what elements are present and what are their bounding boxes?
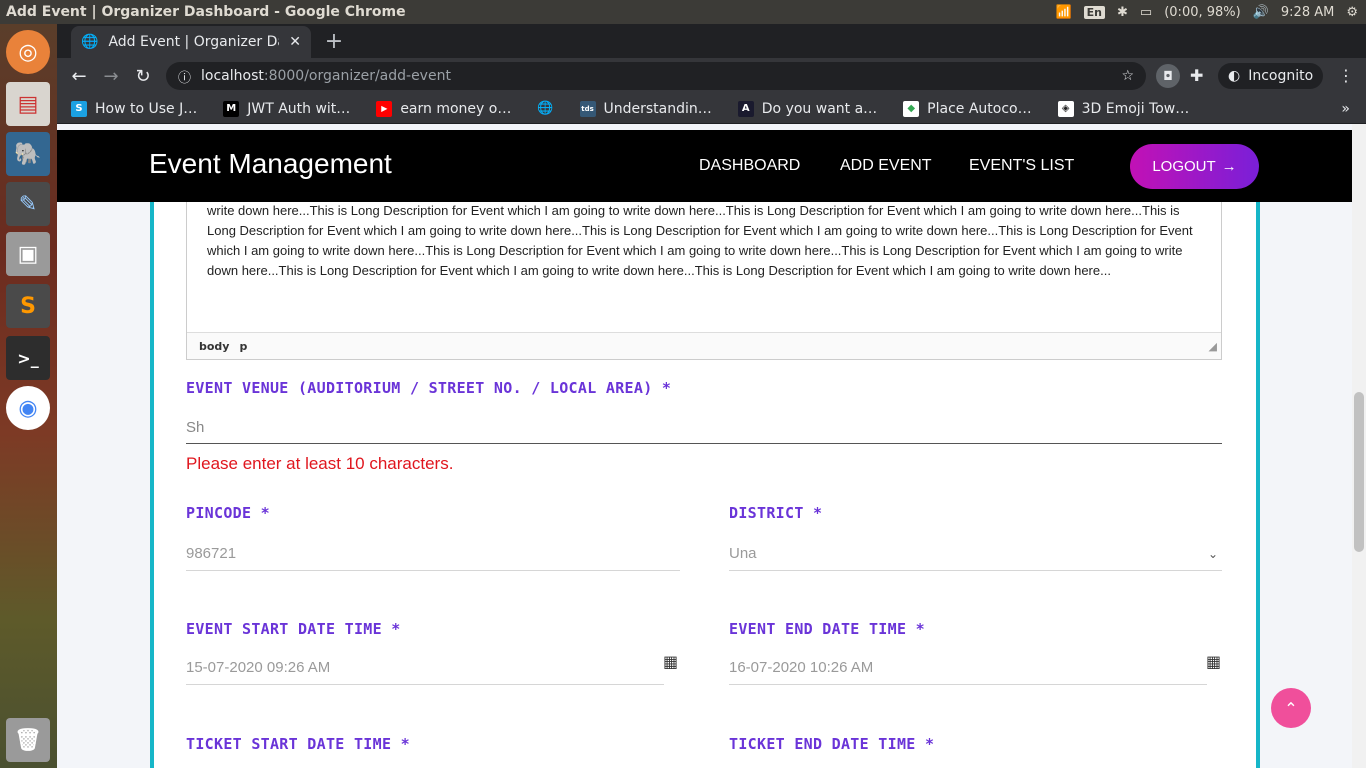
incognito-icon: ◐ [1228, 68, 1241, 84]
scrollbar-thumb[interactable] [1354, 392, 1364, 552]
bookmark-item[interactable]: ◆ Place Autoco… [903, 100, 1032, 117]
file-manager-icon[interactable]: ▤ [6, 82, 50, 126]
browser-tab[interactable]: 🌐 Add Event | Organizer Da ✕ [71, 26, 311, 58]
postgres-icon[interactable]: 🐘 [6, 132, 50, 176]
bookmark-label: JWT Auth wit… [247, 100, 351, 117]
more-bookmarks-icon[interactable]: » [1341, 101, 1350, 117]
bookmark-favicon-icon: M [223, 100, 240, 117]
new-tab-button[interactable]: + [322, 28, 346, 54]
bluetooth-icon[interactable]: ✱ [1117, 5, 1128, 20]
district-value: Una [729, 545, 757, 562]
url-path: :8000/organizer/add-event [263, 68, 451, 84]
nav-dashboard[interactable]: DASHBOARD [699, 157, 800, 175]
calendar-icon[interactable]: ▦ [1206, 652, 1221, 671]
terminal-icon[interactable]: >_ [6, 336, 50, 380]
resize-handle-icon[interactable]: ◢ [1209, 340, 1217, 353]
logout-label: LOGOUT [1152, 158, 1216, 175]
bookmark-item[interactable]: S How to Use J… [71, 100, 198, 117]
bookmark-label: Place Autoco… [927, 100, 1032, 117]
site-navbar: Event Management DASHBOARD ADD EVENT EVE… [57, 130, 1352, 202]
bookmark-item[interactable]: tds Understandin… [579, 100, 712, 117]
incognito-badge[interactable]: ◐ Incognito [1218, 63, 1324, 89]
bookmark-label: How to Use J… [95, 100, 198, 117]
scroll-to-top-button[interactable]: ⌃ [1271, 688, 1311, 728]
color-picker-icon[interactable]: ✎ [6, 182, 50, 226]
brand-title[interactable]: Event Management [149, 148, 392, 180]
calendar-icon[interactable]: ▦ [663, 652, 678, 671]
bookmark-favicon-icon: ◈ [1057, 100, 1074, 117]
bookmark-favicon-icon: ◆ [903, 100, 920, 117]
district-label: DISTRICT * [729, 504, 823, 522]
nav-add-event[interactable]: ADD EVENT [840, 157, 932, 175]
bookmark-label: 3D Emoji Tow… [1081, 100, 1190, 117]
event-end-label: EVENT END DATE TIME * [729, 620, 925, 638]
ubuntu-home-icon[interactable]: ◎ [6, 30, 50, 74]
os-top-bar: Add Event | Organizer Dashboard - Google… [0, 0, 1366, 24]
sublime-text-icon[interactable]: S [6, 284, 50, 328]
menu-icon[interactable]: ⋮ [1338, 66, 1354, 85]
camera-icon[interactable]: ◘ [1156, 64, 1180, 88]
event-end-input[interactable]: 16-07-2020 10:26 AM [729, 651, 1207, 685]
editor-content[interactable]: write down here...This is Long Descripti… [207, 201, 1203, 281]
chevron-down-icon: ⌄ [1207, 546, 1218, 561]
arrow-right-icon: → [1221, 158, 1237, 175]
venue-error: Please enter at least 10 characters. [186, 454, 454, 473]
editor-path-body[interactable]: body [199, 340, 229, 353]
bookmark-label: Do you want a… [761, 100, 878, 117]
star-icon[interactable]: ☆ [1121, 68, 1134, 84]
launcher: ◎ ▤ 🐘 ✎ ▣ S >_ ◉ 🗑 [0, 24, 57, 768]
volume-icon[interactable]: 🔊 [1253, 5, 1269, 20]
globe-icon: 🌐 [81, 34, 99, 50]
reload-button[interactable]: ↻ [127, 60, 159, 92]
chrome-icon[interactable]: ◉ [6, 386, 50, 430]
venue-label: EVENT VENUE (AUDITORIUM / STREET NO. / L… [186, 379, 672, 397]
globe-icon: 🌐 [537, 101, 554, 116]
bookmark-label: Understandin… [603, 100, 712, 117]
wifi-icon[interactable]: 📶 [1055, 5, 1071, 20]
bookmark-item[interactable]: 🌐 [537, 101, 553, 116]
bookmark-favicon-icon: ▶ [376, 100, 393, 117]
keyboard-indicator[interactable]: En [1083, 5, 1106, 19]
pincode-label: PINCODE * [186, 504, 270, 522]
bookmarks-bar: S How to Use J… M JWT Auth wit… ▶ earn mone… [57, 94, 1366, 124]
window-title: Add Event | Organizer Dashboard - Google… [6, 4, 406, 20]
nav-events-list[interactable]: EVENT'S LIST [969, 157, 1074, 175]
bookmark-item[interactable]: ◈ 3D Emoji Tow… [1057, 100, 1190, 117]
district-select[interactable]: Una ⌄ [729, 537, 1222, 571]
event-start-input[interactable]: 15-07-2020 09:26 AM [186, 651, 664, 685]
disk-icon[interactable]: ▣ [6, 232, 50, 276]
bookmark-item[interactable]: M JWT Auth wit… [223, 100, 351, 117]
ticket-start-label: TICKET START DATE TIME * [186, 735, 410, 753]
bookmark-label: earn money o… [400, 100, 512, 117]
back-button[interactable]: ← [63, 60, 95, 92]
forward-button[interactable]: → [95, 60, 127, 92]
description-editor[interactable]: write down here...This is Long Descripti… [186, 190, 1222, 360]
trash-icon[interactable]: 🗑 [6, 718, 50, 762]
battery-status[interactable]: (0:00, 98%) [1164, 5, 1241, 20]
bookmark-favicon-icon: S [71, 100, 87, 117]
extensions-icon[interactable]: ✚ [1190, 66, 1203, 85]
chevron-up-icon: ⌃ [1284, 698, 1298, 718]
event-start-label: EVENT START DATE TIME * [186, 620, 401, 638]
system-gear-icon[interactable]: ⚙ [1346, 5, 1358, 20]
logout-button[interactable]: LOGOUT → [1130, 144, 1259, 189]
address-bar[interactable]: ⓘ localhost:8000/organizer/add-event ☆ [166, 62, 1146, 90]
page-viewport: write down here...This is Long Descripti… [57, 124, 1352, 768]
tab-title: Add Event | Organizer Da [108, 34, 280, 50]
bookmark-favicon-icon: tds [579, 100, 596, 117]
bookmark-favicon-icon: A [737, 100, 754, 117]
editor-statusbar: body p ◢ [187, 332, 1221, 359]
pincode-input[interactable]: 986721 [186, 537, 680, 571]
editor-path-p[interactable]: p [239, 340, 247, 353]
bookmark-item[interactable]: A Do you want a… [737, 100, 878, 117]
battery-icon[interactable]: ▭ [1140, 5, 1152, 20]
ticket-end-label: TICKET END DATE TIME * [729, 735, 935, 753]
clock[interactable]: 9:28 AM [1281, 5, 1334, 20]
bookmark-item[interactable]: ▶ earn money o… [376, 100, 512, 117]
venue-input[interactable]: Sh [186, 412, 1222, 444]
url-host: localhost [201, 68, 264, 84]
close-tab-icon[interactable]: ✕ [289, 34, 301, 50]
info-icon[interactable]: ⓘ [178, 67, 191, 86]
incognito-label: Incognito [1248, 68, 1314, 84]
